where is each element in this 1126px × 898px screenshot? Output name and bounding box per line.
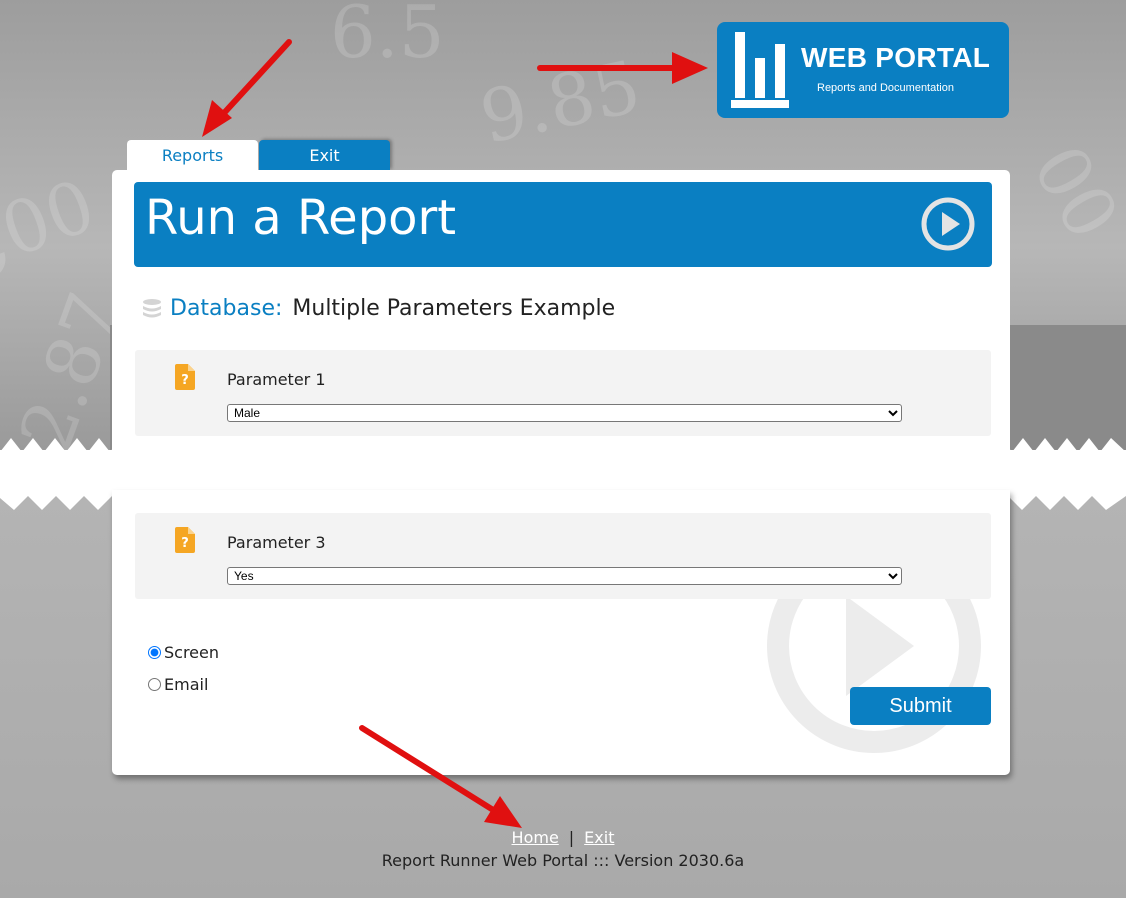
footer-exit-link[interactable]: Exit — [584, 828, 614, 847]
parameter-3-select[interactable]: Yes — [227, 567, 902, 585]
background-decoration: 9.85 — [473, 44, 648, 160]
tab-reports[interactable]: Reports — [127, 140, 258, 170]
output-screen-radio[interactable] — [148, 646, 161, 659]
run-report-banner: Run a Report — [134, 182, 992, 267]
database-name: Multiple Parameters Example — [292, 295, 616, 321]
svg-text:?: ? — [181, 536, 189, 551]
parameter-1-box: ? Parameter 1 Male — [135, 350, 991, 436]
page-title: Run a Report — [145, 190, 457, 246]
submit-button[interactable]: Submit — [850, 687, 991, 725]
svg-text:?: ? — [181, 373, 189, 388]
parameter-1-select[interactable]: Male — [227, 404, 902, 422]
output-email-label: Email — [164, 675, 209, 694]
output-screen-label: Screen — [164, 643, 220, 662]
play-circle-icon[interactable] — [920, 196, 976, 252]
report-card-bottom: ? Parameter 3 Yes Screen Email Submit — [112, 490, 1010, 775]
background-decoration: 6.5 — [330, 0, 445, 74]
parameter-1-label: Parameter 1 — [227, 370, 326, 389]
database-label: Database: — [170, 295, 283, 321]
output-screen-option[interactable]: Screen — [148, 643, 219, 662]
footer-links: Home | Exit — [0, 828, 1126, 847]
web-portal-logo[interactable]: WEB PORTAL Reports and Documentation — [717, 22, 1009, 118]
logo-subtitle: Reports and Documentation — [817, 82, 954, 94]
parameter-3-box: ? Parameter 3 Yes — [135, 513, 991, 599]
logo-title: WEB PORTAL — [801, 42, 991, 73]
footer-home-link[interactable]: Home — [512, 828, 559, 847]
background-decoration: 00 — [1016, 131, 1126, 253]
background-decoration: ,00 — [0, 162, 106, 282]
output-email-radio[interactable] — [148, 678, 161, 691]
footer-separator: | — [568, 828, 575, 847]
question-file-icon: ? — [175, 527, 195, 553]
version-text: Report Runner Web Portal ::: Version 203… — [381, 851, 745, 870]
bar-chart-icon — [731, 32, 789, 108]
tab-exit[interactable]: Exit — [259, 140, 390, 170]
question-file-icon: ? — [175, 364, 195, 390]
parameter-3-label: Parameter 3 — [227, 533, 326, 552]
report-card-top: Run a Report Database: Multiple Paramete… — [112, 170, 1010, 450]
database-icon — [143, 299, 161, 318]
output-email-option[interactable]: Email — [148, 675, 208, 694]
database-row: Database: Multiple Parameters Example — [142, 293, 615, 323]
